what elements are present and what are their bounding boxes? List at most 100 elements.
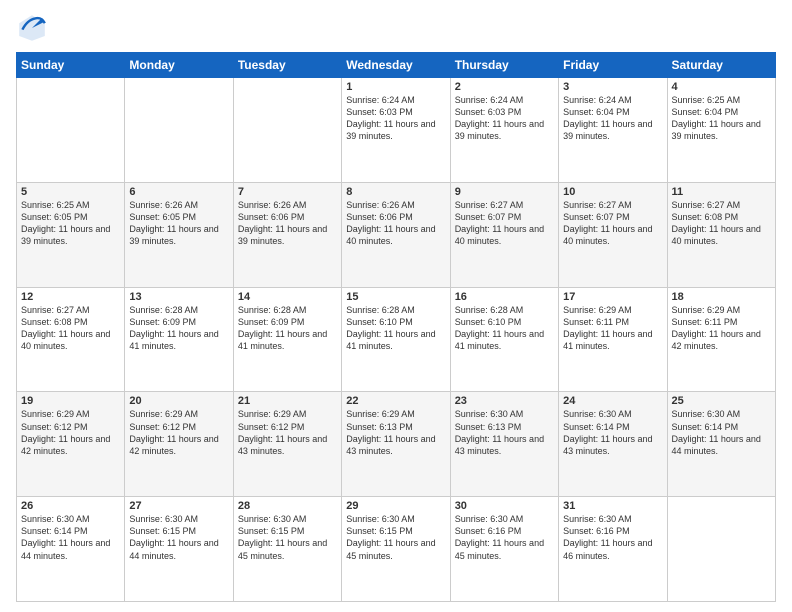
calendar-table: SundayMondayTuesdayWednesdayThursdayFrid… (16, 52, 776, 602)
calendar-cell: 8Sunrise: 6:26 AMSunset: 6:06 PMDaylight… (342, 182, 450, 287)
calendar-cell: 17Sunrise: 6:29 AMSunset: 6:11 PMDayligh… (559, 287, 667, 392)
calendar-cell: 11Sunrise: 6:27 AMSunset: 6:08 PMDayligh… (667, 182, 775, 287)
day-number: 14 (238, 291, 337, 303)
day-info: Sunrise: 6:27 AMSunset: 6:08 PMDaylight:… (672, 199, 771, 248)
calendar-week-row: 26Sunrise: 6:30 AMSunset: 6:14 PMDayligh… (17, 497, 776, 602)
day-info: Sunrise: 6:28 AMSunset: 6:09 PMDaylight:… (238, 304, 337, 353)
calendar-cell: 19Sunrise: 6:29 AMSunset: 6:12 PMDayligh… (17, 392, 125, 497)
calendar-cell: 15Sunrise: 6:28 AMSunset: 6:10 PMDayligh… (342, 287, 450, 392)
day-number: 3 (563, 81, 662, 93)
day-info: Sunrise: 6:28 AMSunset: 6:10 PMDaylight:… (455, 304, 554, 353)
calendar-week-row: 1 Sunrise: 6:24 AMSunset: 6:03 PMDaylight… (17, 78, 776, 183)
day-info: Sunrise: 6:30 AMSunset: 6:14 PMDaylight:… (672, 408, 771, 457)
calendar-week-row: 12Sunrise: 6:27 AMSunset: 6:08 PMDayligh… (17, 287, 776, 392)
calendar-cell: 20Sunrise: 6:29 AMSunset: 6:12 PMDayligh… (125, 392, 233, 497)
day-number: 21 (238, 395, 337, 407)
day-info: Sunrise: 6:24 AMSunset: 6:04 PMDaylight:… (563, 94, 662, 143)
day-info: Sunrise: 6:26 AMSunset: 6:06 PMDaylight:… (238, 199, 337, 248)
day-info: Sunrise: 6:24 AMSunset: 6:03 PMDaylight:… (455, 94, 554, 143)
day-number: 28 (238, 500, 337, 512)
calendar-day-header: Thursday (450, 53, 558, 78)
day-number: 24 (563, 395, 662, 407)
calendar-cell: 28Sunrise: 6:30 AMSunset: 6:15 PMDayligh… (233, 497, 341, 602)
calendar-cell: 31Sunrise: 6:30 AMSunset: 6:16 PMDayligh… (559, 497, 667, 602)
calendar-cell: 22Sunrise: 6:29 AMSunset: 6:13 PMDayligh… (342, 392, 450, 497)
calendar-cell: 1Sunrise: 6:24 AMSunset: 6:03 PMDaylight… (342, 78, 450, 183)
day-number: 23 (455, 395, 554, 407)
day-info: Sunrise: 6:29 AMSunset: 6:12 PMDaylight:… (238, 408, 337, 457)
calendar-cell (667, 497, 775, 602)
day-number: 10 (563, 186, 662, 198)
day-info: Sunrise: 6:27 AMSunset: 6:07 PMDaylight:… (455, 199, 554, 248)
calendar-cell: 9Sunrise: 6:27 AMSunset: 6:07 PMDaylight… (450, 182, 558, 287)
day-info: Sunrise: 6:28 AMSunset: 6:10 PMDaylight:… (346, 304, 445, 353)
calendar-day-header: Monday (125, 53, 233, 78)
day-number: 31 (563, 500, 662, 512)
day-number: 1 (346, 81, 445, 93)
calendar-cell: 14Sunrise: 6:28 AMSunset: 6:09 PMDayligh… (233, 287, 341, 392)
day-number: 16 (455, 291, 554, 303)
calendar-cell: 13Sunrise: 6:28 AMSunset: 6:09 PMDayligh… (125, 287, 233, 392)
day-info: Sunrise: 6:30 AMSunset: 6:14 PMDaylight:… (21, 513, 120, 562)
calendar-cell: 16Sunrise: 6:28 AMSunset: 6:10 PMDayligh… (450, 287, 558, 392)
day-number: 27 (129, 500, 228, 512)
day-info: Sunrise: 6:29 AMSunset: 6:12 PMDaylight:… (21, 408, 120, 457)
day-number: 26 (21, 500, 120, 512)
day-number: 7 (238, 186, 337, 198)
day-info: Sunrise: 6:30 AMSunset: 6:15 PMDaylight:… (238, 513, 337, 562)
day-number: 20 (129, 395, 228, 407)
day-number: 12 (21, 291, 120, 303)
day-number: 9 (455, 186, 554, 198)
day-number: 15 (346, 291, 445, 303)
day-number: 2 (455, 81, 554, 93)
day-number: 18 (672, 291, 771, 303)
calendar-week-row: 5Sunrise: 6:25 AMSunset: 6:05 PMDaylight… (17, 182, 776, 287)
day-info: Sunrise: 6:29 AMSunset: 6:11 PMDaylight:… (672, 304, 771, 353)
calendar-day-header: Saturday (667, 53, 775, 78)
day-info: Sunrise: 6:26 AMSunset: 6:06 PMDaylight:… (346, 199, 445, 248)
day-info: Sunrise: 6:25 AMSunset: 6:05 PMDaylight:… (21, 199, 120, 248)
day-info: Sunrise: 6:29 AMSunset: 6:13 PMDaylight:… (346, 408, 445, 457)
day-number: 6 (129, 186, 228, 198)
day-number: 30 (455, 500, 554, 512)
calendar-cell: 24Sunrise: 6:30 AMSunset: 6:14 PMDayligh… (559, 392, 667, 497)
day-number: 11 (672, 186, 771, 198)
calendar-cell (233, 78, 341, 183)
calendar-day-header: Tuesday (233, 53, 341, 78)
day-info: Sunrise: 6:30 AMSunset: 6:16 PMDaylight:… (563, 513, 662, 562)
calendar-day-header: Friday (559, 53, 667, 78)
logo (16, 12, 54, 44)
calendar-cell (125, 78, 233, 183)
header (16, 12, 776, 44)
calendar-cell: 5Sunrise: 6:25 AMSunset: 6:05 PMDaylight… (17, 182, 125, 287)
calendar-cell: 27Sunrise: 6:30 AMSunset: 6:15 PMDayligh… (125, 497, 233, 602)
day-number: 22 (346, 395, 445, 407)
day-number: 13 (129, 291, 228, 303)
day-number: 8 (346, 186, 445, 198)
calendar-cell: 23Sunrise: 6:30 AMSunset: 6:13 PMDayligh… (450, 392, 558, 497)
calendar-cell: 2Sunrise: 6:24 AMSunset: 6:03 PMDaylight… (450, 78, 558, 183)
page: SundayMondayTuesdayWednesdayThursdayFrid… (0, 0, 792, 612)
day-number: 25 (672, 395, 771, 407)
day-info: Sunrise: 6:29 AMSunset: 6:12 PMDaylight:… (129, 408, 228, 457)
calendar-cell: 18Sunrise: 6:29 AMSunset: 6:11 PMDayligh… (667, 287, 775, 392)
calendar-day-header: Sunday (17, 53, 125, 78)
calendar-cell: 25Sunrise: 6:30 AMSunset: 6:14 PMDayligh… (667, 392, 775, 497)
day-info: Sunrise: 6:30 AMSunset: 6:15 PMDaylight:… (129, 513, 228, 562)
day-number: 29 (346, 500, 445, 512)
day-info: Sunrise: 6:26 AMSunset: 6:05 PMDaylight:… (129, 199, 228, 248)
day-info: Sunrise: 6:30 AMSunset: 6:16 PMDaylight:… (455, 513, 554, 562)
day-info: Sunrise: 6:30 AMSunset: 6:14 PMDaylight:… (563, 408, 662, 457)
day-info: Sunrise: 6:27 AMSunset: 6:07 PMDaylight:… (563, 199, 662, 248)
day-info: Sunrise: 6:28 AMSunset: 6:09 PMDaylight:… (129, 304, 228, 353)
day-info: Sunrise: 6:29 AMSunset: 6:11 PMDaylight:… (563, 304, 662, 353)
calendar-week-row: 19Sunrise: 6:29 AMSunset: 6:12 PMDayligh… (17, 392, 776, 497)
calendar-cell: 4Sunrise: 6:25 AMSunset: 6:04 PMDaylight… (667, 78, 775, 183)
day-info: Sunrise: 6:30 AMSunset: 6:13 PMDaylight:… (455, 408, 554, 457)
calendar-day-header: Wednesday (342, 53, 450, 78)
calendar-cell: 7Sunrise: 6:26 AMSunset: 6:06 PMDaylight… (233, 182, 341, 287)
day-number: 17 (563, 291, 662, 303)
day-info: Sunrise: 6:27 AMSunset: 6:08 PMDaylight:… (21, 304, 120, 353)
day-info: Sunrise: 6:30 AMSunset: 6:15 PMDaylight:… (346, 513, 445, 562)
calendar-cell: 6Sunrise: 6:26 AMSunset: 6:05 PMDaylight… (125, 182, 233, 287)
